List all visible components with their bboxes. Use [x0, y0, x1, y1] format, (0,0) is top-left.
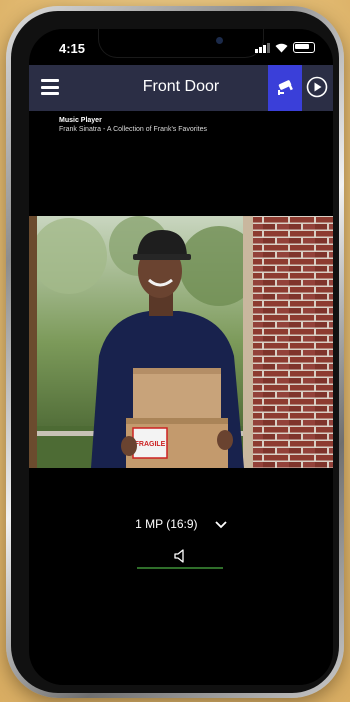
wifi-icon — [275, 43, 288, 52]
speaker-icon[interactable] — [172, 548, 188, 564]
music-track: Frank Sinatra - A Collection of Frank's … — [59, 126, 208, 133]
music-title: Music Player — [59, 117, 102, 124]
front-camera — [216, 37, 223, 44]
battery-icon — [293, 42, 315, 53]
status-icons — [255, 42, 315, 53]
chevron-down-icon — [215, 521, 227, 529]
status-bar: 4:15 — [29, 29, 333, 65]
security-camera-icon — [278, 80, 293, 95]
play-circle-icon[interactable] — [306, 76, 328, 98]
video-feed[interactable]: FRAGILE — [29, 216, 333, 468]
doorbell-camera-image: FRAGILE — [29, 216, 333, 468]
signal-icon — [255, 42, 270, 53]
notch — [99, 29, 263, 57]
screen: 4:15 Front Door Music Player Frank Sinat… — [29, 29, 333, 685]
fragile-label: FRAGILE — [135, 441, 166, 448]
status-time: 4:15 — [59, 41, 86, 56]
volume-bar[interactable] — [137, 567, 223, 569]
music-player-info: Music Player Frank Sinatra - A Collectio… — [59, 116, 207, 134]
camera-button[interactable] — [268, 65, 302, 111]
resolution-label: 1 MP (16:9) — [135, 517, 198, 531]
resolution-selector[interactable]: 1 MP (16:9) — [29, 517, 333, 531]
app-header: Front Door — [29, 65, 333, 111]
